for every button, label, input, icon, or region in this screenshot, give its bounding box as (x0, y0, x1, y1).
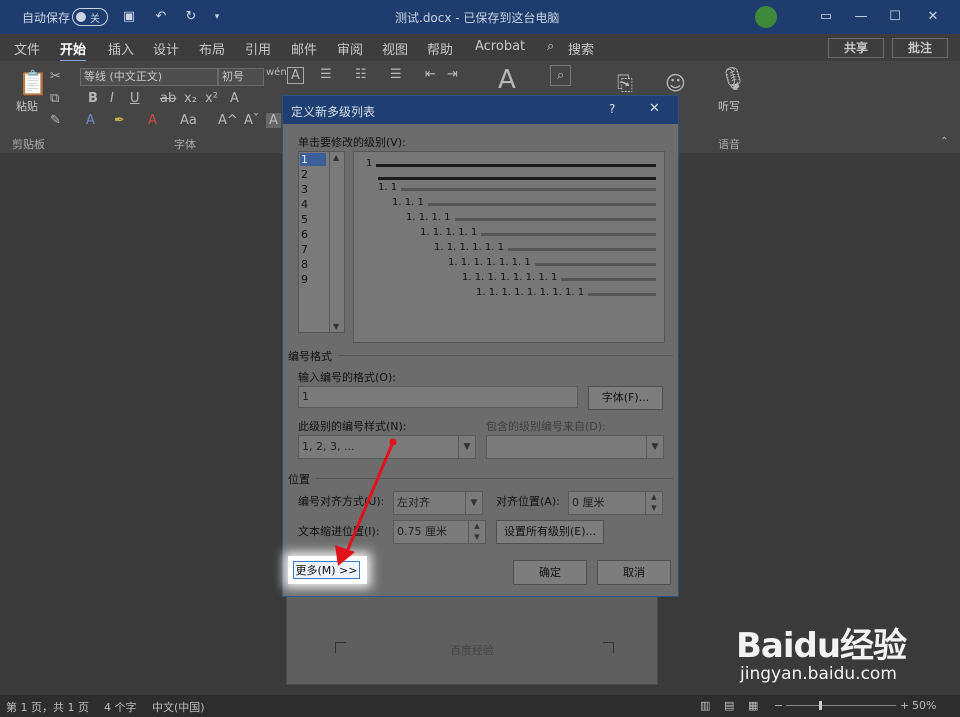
zoom-out-icon[interactable]: − (774, 699, 783, 712)
zoom-slider[interactable] (786, 701, 896, 710)
page-count[interactable]: 第 1 页，共 1 页 (6, 699, 89, 715)
watermark: Baidu经验 jingyan.baidu.com (736, 612, 926, 692)
zoom-in-icon[interactable]: + (900, 699, 909, 712)
annotation-arrow (335, 438, 397, 566)
language[interactable]: 中文(中国) (152, 699, 205, 715)
print-layout-icon[interactable]: ▤ (724, 699, 734, 712)
arrow-origin (389, 438, 397, 446)
watermark-url: jingyan.baidu.com (740, 664, 897, 684)
zoom-level[interactable]: 50% (912, 699, 936, 712)
watermark-brand: Baidu经验 (736, 626, 907, 666)
zoom-slider-thumb[interactable] (819, 701, 822, 710)
arrow-head (335, 545, 355, 566)
status-bar: 第 1 页，共 1 页 4 个字 中文(中国) ▥ ▤ ▦ − + 50% (0, 695, 960, 717)
word-count[interactable]: 4 个字 (104, 699, 137, 715)
arrow-line (344, 441, 395, 555)
web-layout-icon[interactable]: ▦ (748, 699, 758, 712)
read-mode-icon[interactable]: ▥ (700, 699, 710, 712)
